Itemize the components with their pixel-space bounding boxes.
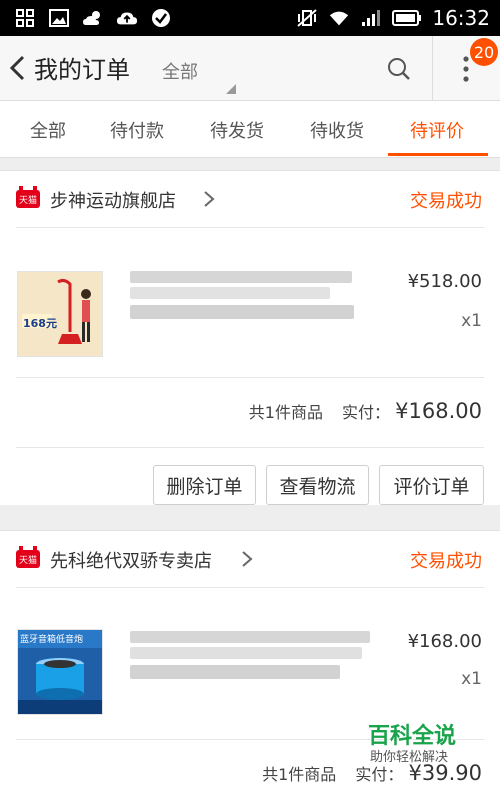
top-bar: 我的订单 全部 20 — [0, 36, 500, 101]
paid-amount: ¥168.00 — [395, 399, 482, 423]
product-title-blurred — [130, 647, 362, 659]
product-price: ¥518.00 — [407, 271, 482, 292]
shop-name: 先科绝代双骄专卖店 — [50, 551, 212, 572]
order-actions: 删除订单 查看物流 评价订单 — [0, 465, 500, 505]
cloud-sun-icon — [82, 7, 104, 29]
dropdown-corner-icon — [226, 84, 236, 94]
delete-order-button[interactable]: 删除订单 — [153, 465, 256, 505]
product-thumbnail[interactable]: 168元 — [17, 271, 103, 357]
battery-icon — [392, 7, 422, 29]
watermark-sub: 助你轻松解决 — [370, 750, 449, 765]
view-logistics-button[interactable]: 查看物流 — [266, 465, 369, 505]
product-price: ¥168.00 — [407, 631, 482, 652]
order-filter-dropdown[interactable]: 全部 — [162, 58, 198, 84]
order-status: 交易成功 — [410, 191, 482, 212]
tab-pending-review[interactable]: 待评价 — [410, 117, 464, 143]
product-title-blurred — [130, 287, 330, 299]
order-card: 天猫 步神运动旗舰店 交易成功 168元 ¥518.00 x1 共1件商品 实付… — [0, 170, 500, 505]
clock: 16:32 — [432, 6, 490, 30]
check-circle-icon — [150, 7, 172, 29]
watermark-logo: 百科全说 助你轻松解决 — [350, 712, 500, 790]
product-title-blurred — [130, 305, 354, 319]
divider — [16, 227, 484, 228]
tab-pending-payment[interactable]: 待付款 — [110, 117, 164, 143]
divider — [16, 447, 484, 448]
shop-name: 步神运动旗舰店 — [50, 191, 176, 212]
product-thumbnail[interactable]: 蓝牙音箱低音炮 — [17, 629, 103, 715]
page-title: 我的订单 — [34, 56, 130, 84]
cloud-upload-icon — [116, 7, 138, 29]
divider — [432, 36, 433, 100]
tab-all[interactable]: 全部 — [30, 117, 66, 143]
thumbnail-price: 168元 — [23, 317, 57, 330]
chevron-right-icon — [202, 190, 216, 208]
order-tabs: 全部 待付款 待发货 待收货 待评价 — [0, 101, 500, 158]
divider — [16, 377, 484, 378]
shop-header[interactable]: 天猫 先科绝代双骄专卖店 交易成功 — [0, 531, 500, 587]
thumbnail-text: 蓝牙音箱低音炮 — [20, 635, 84, 645]
product-quantity: x1 — [461, 669, 482, 689]
search-icon[interactable] — [386, 56, 412, 82]
apps-grid-icon — [14, 7, 36, 29]
image-icon — [48, 7, 70, 29]
item-count: 共1件商品 — [262, 765, 337, 784]
tmall-icon: 天猫 — [16, 186, 40, 208]
status-bar: 16:32 — [0, 0, 500, 36]
vibrate-off-icon — [296, 7, 318, 29]
product-title-blurred — [130, 631, 370, 643]
paid-label: 实付： — [342, 403, 391, 422]
wifi-icon — [328, 7, 350, 29]
tab-pending-receipt[interactable]: 待收货 — [310, 117, 364, 143]
item-count: 共1件商品 — [248, 403, 323, 422]
back-icon[interactable] — [6, 54, 30, 82]
divider — [16, 587, 484, 588]
notification-badge: 20 — [470, 38, 498, 66]
shop-header[interactable]: 天猫 步神运动旗舰店 交易成功 — [0, 171, 500, 227]
review-order-button[interactable]: 评价订单 — [379, 465, 484, 505]
product-quantity: x1 — [461, 311, 482, 331]
product-title-blurred — [130, 271, 352, 283]
signal-icon — [360, 7, 382, 29]
tmall-icon: 天猫 — [16, 546, 40, 568]
chevron-right-icon — [240, 550, 254, 568]
active-tab-indicator — [388, 153, 488, 156]
product-title-blurred — [130, 665, 340, 679]
order-summary: 共1件商品 实付： ¥168.00 — [249, 399, 482, 423]
tab-pending-shipment[interactable]: 待发货 — [210, 117, 264, 143]
order-status: 交易成功 — [410, 551, 482, 572]
